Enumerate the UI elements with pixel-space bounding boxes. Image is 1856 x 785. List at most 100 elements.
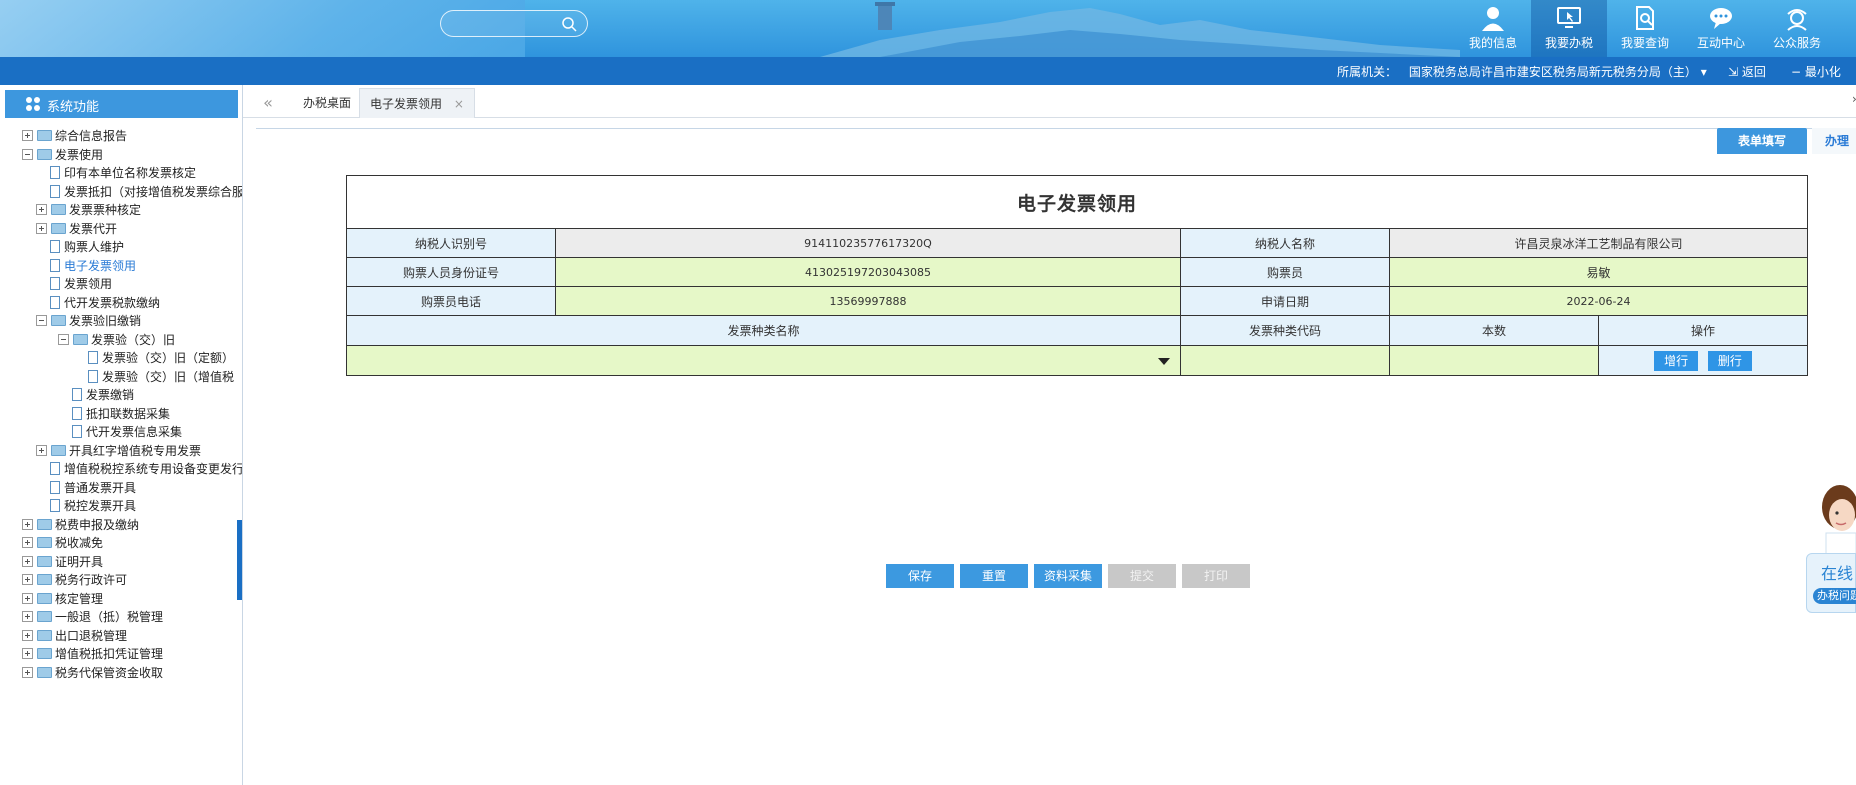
back-icon: ⇲ — [1728, 65, 1739, 79]
info-bar: 所属机关： 国家税务总局许昌市建安区税务局新元税务分局（主） ▾ ⇲ 返回 − … — [0, 57, 1856, 85]
sidebar-item-label: 发票票种核定 — [69, 203, 142, 217]
document-icon — [88, 369, 98, 383]
expand-icon[interactable] — [22, 592, 33, 604]
sidebar-item-label: 购票人维护 — [64, 240, 125, 254]
expand-icon[interactable] — [22, 555, 33, 567]
sidebar-item-label: 出口退税管理 — [55, 628, 128, 643]
field-label: 纳税人名称 — [1180, 228, 1390, 258]
org-info: 所属机关： 国家税务总局许昌市建安区税务局新元税务分局（主） ▾ — [1337, 63, 1707, 80]
sidebar-item-label: 一般退（抵）税管理 — [55, 610, 164, 624]
tab-process[interactable]: 办理 — [1812, 128, 1856, 154]
row-actions: 增行 删行 — [1390, 346, 1807, 375]
org-name[interactable]: 国家税务总局许昌市建安区税务局新元税务分局（主） — [1409, 65, 1697, 79]
sidebar-item-label: 开具红字增值税专用发票 — [69, 443, 202, 458]
search-input[interactable] — [440, 10, 588, 37]
expand-icon[interactable] — [22, 648, 33, 659]
field-label: 申请日期 — [1180, 286, 1390, 316]
apply-date-field[interactable]: 2022-06-24 — [1389, 286, 1808, 316]
folder-icon — [37, 648, 52, 659]
collapse-icon[interactable] — [36, 315, 47, 326]
sidebar-item-label: 发票缴销 — [86, 388, 135, 402]
avatar — [1822, 485, 1856, 555]
data-collect-button[interactable]: 资料采集 — [1034, 564, 1102, 588]
reset-button[interactable]: 重置 — [960, 564, 1028, 588]
nav-public-service[interactable]: 公众服务 — [1759, 0, 1835, 57]
expand-icon[interactable] — [22, 611, 33, 622]
taxpayer-id-value: 91411023577617320Q — [555, 228, 1181, 258]
expand-icon[interactable] — [22, 537, 33, 548]
sidebar-item-label: 增值税税控系统专用设备变更发行 — [64, 462, 243, 476]
column-header-group: 本数 操作 — [1389, 315, 1808, 346]
nav-query[interactable]: 我要查询 — [1607, 0, 1683, 57]
operation-cell: 增行 删行 — [1598, 346, 1807, 375]
back-button[interactable]: ⇲ 返回 — [1728, 63, 1766, 80]
add-row-button[interactable]: 增行 — [1654, 350, 1699, 371]
nav-handle-tax[interactable]: 我要办税 — [1531, 0, 1607, 57]
nav-label: 我要办税 — [1544, 36, 1593, 50]
great-wall-image — [820, 2, 1460, 57]
chevron-down-icon[interactable] — [1158, 358, 1170, 365]
nav-interaction[interactable]: 互动中心 — [1683, 0, 1759, 57]
folder-icon — [51, 444, 66, 456]
invoice-type-select[interactable] — [346, 345, 1181, 376]
submit-button[interactable]: 提交 — [1108, 564, 1176, 588]
expand-icon[interactable] — [22, 629, 33, 641]
close-icon[interactable]: × — [454, 97, 464, 111]
nav-my-info[interactable]: 我的信息 — [1455, 0, 1531, 57]
expand-icon[interactable] — [22, 518, 33, 530]
buyer-name-field[interactable]: 易敏 — [1389, 257, 1808, 287]
field-label: 纳税人识别号 — [346, 228, 556, 258]
delete-row-button[interactable]: 删行 — [1707, 350, 1752, 371]
expand-icon[interactable] — [36, 222, 47, 234]
buyer-id-field[interactable]: 413025197203043085 — [555, 257, 1181, 287]
minimize-button[interactable]: − 最小化 — [1791, 63, 1841, 80]
search-icon[interactable] — [561, 16, 577, 32]
nav-label: 公众服务 — [1772, 36, 1821, 50]
folder-icon — [37, 574, 52, 585]
collapse-icon[interactable] — [22, 148, 33, 160]
sidebar-item-label: 发票验（交）旧 — [91, 332, 176, 347]
collapse-sidebar-button[interactable]: « — [243, 88, 293, 118]
chat-icon — [1710, 8, 1732, 29]
document-icon — [50, 240, 60, 253]
online-help-title: 在线 — [1821, 564, 1854, 583]
close-icon[interactable]: › — [1852, 92, 1856, 106]
expand-icon[interactable] — [22, 666, 33, 678]
collapse-icon[interactable] — [58, 333, 69, 345]
sidebar-item-label: 发票验（交）旧（定额） — [102, 351, 235, 365]
tab-form-fill[interactable]: 表单填写 — [1717, 128, 1807, 154]
print-button[interactable]: 打印 — [1182, 564, 1250, 588]
sidebar-collapse-handle[interactable] — [237, 520, 242, 600]
expand-icon[interactable] — [22, 574, 33, 585]
online-help-panel[interactable]: 在线 办税问题 — [1806, 553, 1856, 613]
expand-icon[interactable] — [36, 204, 47, 215]
save-button[interactable]: 保存 — [886, 564, 954, 588]
sidebar-item-label: 发票抵扣（对接增值税发票综合服 — [64, 184, 243, 199]
folder-icon — [37, 666, 52, 678]
sidebar-item-label: 代开发票税款缴纳 — [64, 295, 161, 310]
document-icon — [50, 166, 60, 179]
document-icon — [50, 277, 60, 290]
sidebar-item-label: 普通发票开具 — [64, 480, 137, 495]
taxpayer-name-value: 许昌灵泉冰洋工艺制品有限公司 — [1389, 228, 1808, 258]
buyer-phone-field[interactable]: 13569997888 — [555, 286, 1181, 316]
document-icon — [72, 388, 82, 401]
online-help-widget[interactable]: 在线 办税问题 — [1806, 475, 1856, 621]
expand-icon[interactable] — [22, 130, 33, 141]
sidebar-item-label: 增值税抵扣凭证管理 — [55, 647, 164, 661]
invoice-code-field[interactable] — [1180, 345, 1390, 376]
sidebar-item[interactable]: 税务代保管资金收取 — [22, 662, 163, 684]
sidebar-item-label: 税收减免 — [55, 536, 104, 550]
document-icon — [50, 184, 60, 198]
column-header: 本数 — [1390, 316, 1599, 345]
chevron-down-icon[interactable]: ▾ — [1701, 65, 1707, 79]
subcolumns: 本数 操作 — [1390, 316, 1807, 345]
quantity-field[interactable] — [1390, 346, 1599, 375]
expand-icon[interactable] — [36, 444, 47, 456]
service-icon — [1787, 9, 1807, 31]
tab-e-invoice[interactable]: 电子发票领用 × — [359, 88, 475, 118]
tab-tax-desktop[interactable]: 办税桌面 — [293, 88, 361, 118]
sidebar-item-label: 发票使用 — [55, 147, 104, 162]
content-tab-label: 办理 — [1824, 134, 1849, 148]
sidebar-item-label: 代开发票信息采集 — [86, 425, 183, 439]
